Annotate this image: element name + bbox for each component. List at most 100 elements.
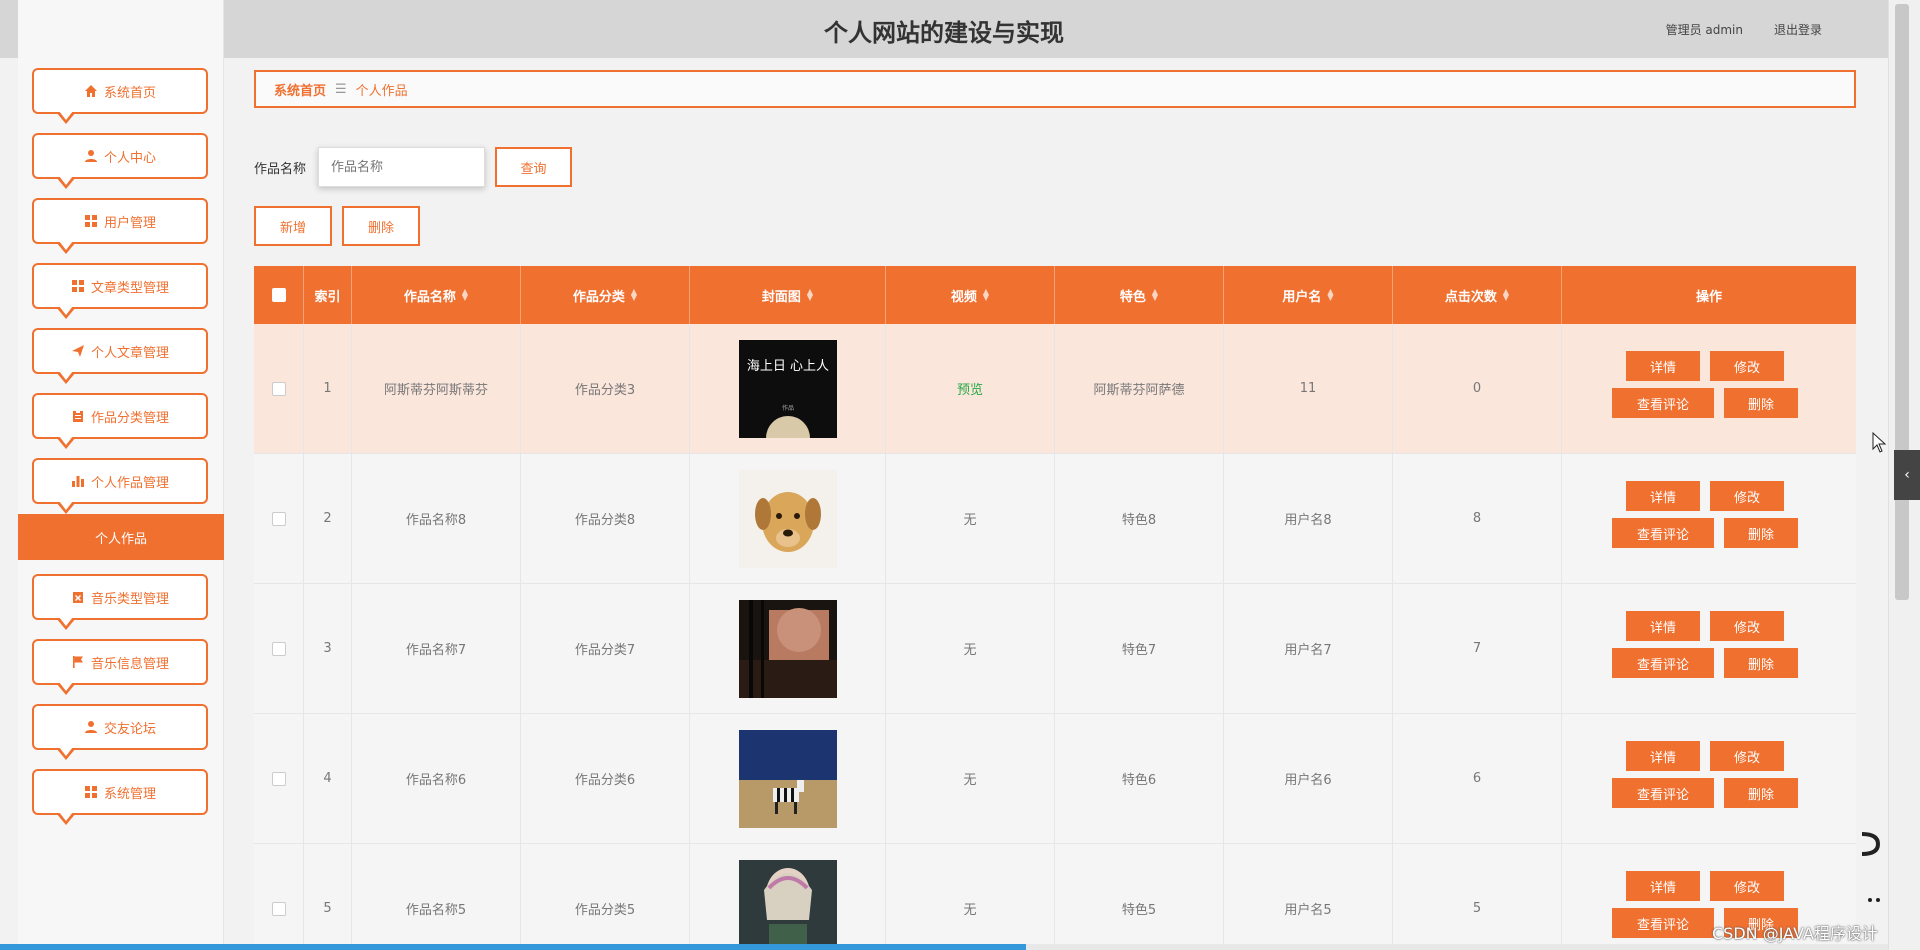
detail-button[interactable]: 详情 [1626,611,1700,641]
delete-button[interactable]: 删除 [1724,778,1798,808]
breadcrumb-current: 个人作品 [355,83,408,99]
sort-icon[interactable]: ▲ ▼ [807,288,813,302]
select-all-checkbox[interactable] [271,288,286,302]
column-header-video[interactable]: 视频 ▲ ▼ [886,266,1055,324]
row-checkbox[interactable] [271,771,286,786]
grid-icon [84,214,98,228]
sidebar-item-personal-works[interactable]: 个人作品管理 [32,458,208,514]
video-preview-link[interactable]: 预览 [957,379,983,398]
view-comments-button[interactable]: 查看评论 [1612,778,1714,808]
column-header-cover[interactable]: 封面图 ▲ ▼ [690,266,886,324]
batch-delete-button[interactable]: 删除 [342,206,420,246]
column-header-category[interactable]: 作品分类 ▲ ▼ [521,266,690,324]
cell-video: 无 [886,844,1055,950]
cover-image-autumn[interactable] [738,599,837,698]
edit-button[interactable]: 修改 [1710,871,1784,901]
cover-image-book[interactable]: 海上日 心上人 作品 [738,339,837,438]
detail-button[interactable]: 详情 [1626,871,1700,901]
cell-clicks: 7 [1393,584,1562,713]
edit-button[interactable]: 修改 [1710,481,1784,511]
sort-icon[interactable]: ▲ ▼ [1327,288,1333,302]
view-comments-button[interactable]: 查看评论 [1612,908,1714,938]
scrollbar-thumb[interactable] [0,944,1026,950]
top-header: 个人网站的建设与实现 管理员 admin 退出登录 [0,0,1888,58]
edit-button[interactable]: 修改 [1710,351,1784,381]
cover-subtitle-text: 作品 [781,404,793,412]
row-actions: 详情 修改 查看评论 删除 [1562,324,1856,453]
cell-name: 作品名称5 [352,844,521,950]
query-button[interactable]: 查询 [495,147,572,187]
cell-clicks: 6 [1393,714,1562,843]
sidebar-item-personal-center[interactable]: 个人中心 [32,133,208,189]
cell-clicks: 5 [1393,844,1562,950]
cover-image-portrait[interactable] [738,859,837,950]
view-comments-button[interactable]: 查看评论 [1612,648,1714,678]
sidebar-item-label: 用户管理 [103,215,156,231]
clipboard-x-icon [71,590,85,604]
delete-button[interactable]: 删除 [1724,518,1798,548]
breadcrumb-home-link[interactable]: 系统首页 [274,80,326,99]
column-header-username[interactable]: 用户名 ▲ ▼ [1224,266,1393,324]
sidebar-item-music-info[interactable]: 音乐信息管理 [32,639,208,695]
scrollbar-thumb[interactable] [1895,4,1909,600]
sidebar-item-work-category[interactable]: 作品分类管理 [32,393,208,449]
cell-feature: 特色6 [1055,714,1224,843]
cover-image-zebra[interactable] [738,729,837,828]
floating-tool-icon[interactable] [1858,832,1882,902]
sort-icon[interactable]: ▲ ▼ [631,288,637,302]
cover-image-dog[interactable] [738,469,837,568]
sidebar-item-label: 个人中心 [103,150,156,166]
user-icon [84,149,98,163]
sidebar-item-music-type[interactable]: 音乐类型管理 [32,574,208,630]
sort-icon[interactable]: ▲ ▼ [462,288,468,302]
search-input[interactable] [318,147,485,187]
sort-icon[interactable]: ▲ ▼ [1503,288,1509,302]
sidebar-item-personal-article[interactable]: 个人文章管理 [32,328,208,384]
view-comments-button[interactable]: 查看评论 [1612,388,1714,418]
sidebar-item-user-management[interactable]: 用户管理 [32,198,208,254]
cell-clicks: 0 [1393,324,1562,453]
row-checkbox[interactable] [271,641,286,656]
row-checkbox[interactable] [271,381,286,396]
cell-index: 1 [304,324,352,453]
sort-icon[interactable]: ▲ ▼ [983,288,989,302]
flag-icon [71,655,85,669]
sidebar-item-label: 音乐类型管理 [90,591,169,607]
logout-link[interactable]: 退出登录 [1774,21,1822,38]
watermark-text: CSDN @JAVA程序设计 [1712,924,1878,943]
cover-title-text: 海上日 心上人 [746,359,828,374]
sort-icon[interactable]: ▲ ▼ [1152,288,1158,302]
detail-button[interactable]: 详情 [1626,741,1700,771]
sidebar-item-article-type[interactable]: 文章类型管理 [32,263,208,319]
view-comments-button[interactable]: 查看评论 [1612,518,1714,548]
delete-button[interactable]: 删除 [1724,648,1798,678]
cell-feature: 特色5 [1055,844,1224,950]
row-checkbox[interactable] [271,511,286,526]
sidebar-item-system[interactable]: 系统管理 [32,769,208,825]
column-header-feature[interactable]: 特色 ▲ ▼ [1055,266,1224,324]
column-header-actions: 操作 [1695,289,1722,305]
cell-category: 作品分类6 [521,714,690,843]
column-header-name[interactable]: 作品名称 ▲ ▼ [352,266,521,324]
sidebar-item-label: 个人作品管理 [90,475,169,491]
sidebar-subitem-personal-works[interactable]: 个人作品 [18,514,224,560]
cell-video: 无 [886,584,1055,713]
collapse-panel-chevron-left-icon[interactable]: ‹ [1894,450,1920,500]
cell-name: 作品名称7 [352,584,521,713]
column-header-clicks[interactable]: 点击次数 ▲ ▼ [1393,266,1562,324]
cell-username: 用户名5 [1224,844,1393,950]
delete-button[interactable]: 删除 [1724,388,1798,418]
detail-button[interactable]: 详情 [1626,481,1700,511]
sidebar-item-home[interactable]: 系统首页 [32,68,208,124]
mouse-cursor-icon [1872,432,1886,453]
detail-button[interactable]: 详情 [1626,351,1700,381]
sidebar-item-label: 交友论坛 [103,721,156,737]
sidebar-item-forum[interactable]: 交友论坛 [32,704,208,760]
row-checkbox[interactable] [271,901,286,916]
edit-button[interactable]: 修改 [1710,741,1784,771]
add-button[interactable]: 新增 [254,206,332,246]
horizontal-scrollbar[interactable] [0,944,1888,950]
edit-button[interactable]: 修改 [1710,611,1784,641]
sidebar-item-label: 作品分类管理 [90,410,169,426]
sidebar-item-label: 文章类型管理 [90,280,169,296]
